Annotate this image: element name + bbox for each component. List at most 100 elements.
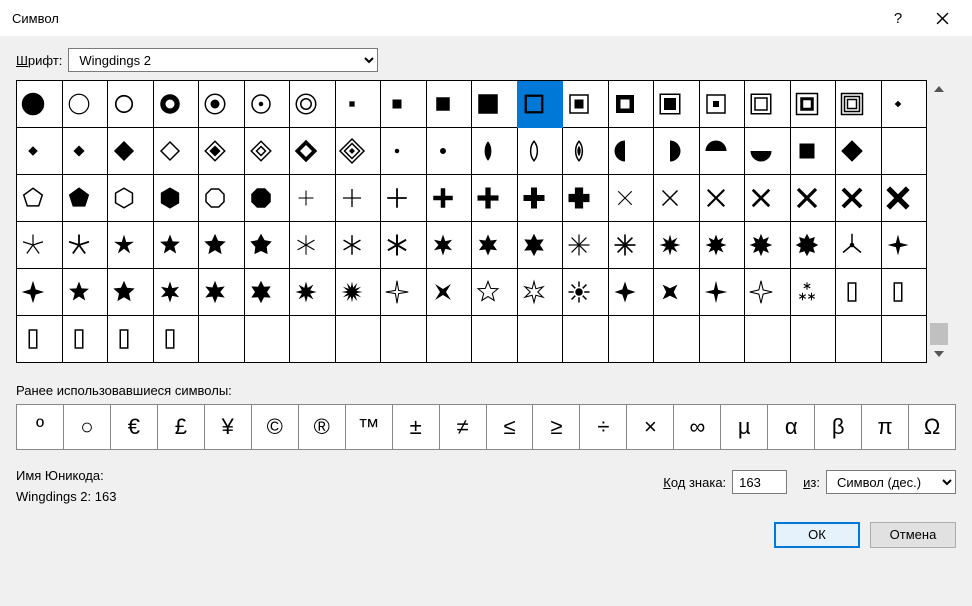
symbol-cell[interactable]	[108, 269, 154, 316]
recent-symbol[interactable]: ™	[346, 405, 393, 449]
symbol-cell[interactable]	[62, 81, 108, 128]
symbol-cell[interactable]	[836, 81, 882, 128]
symbol-cell[interactable]	[563, 316, 609, 363]
close-icon[interactable]	[920, 3, 964, 33]
symbol-cell[interactable]	[472, 128, 518, 175]
symbol-cell[interactable]	[654, 128, 700, 175]
cancel-button[interactable]: Отмена	[870, 522, 956, 548]
symbol-cell[interactable]	[426, 269, 472, 316]
symbol-cell[interactable]	[563, 128, 609, 175]
recent-symbol[interactable]: £	[158, 405, 205, 449]
symbol-cell[interactable]	[836, 128, 882, 175]
symbol-cell[interactable]	[62, 128, 108, 175]
symbol-cell[interactable]	[244, 269, 290, 316]
symbol-cell[interactable]	[153, 316, 199, 363]
symbol-cell[interactable]	[563, 222, 609, 269]
symbol-cell[interactable]	[290, 316, 336, 363]
symbol-cell[interactable]	[335, 222, 381, 269]
recent-symbol[interactable]: ×	[627, 405, 674, 449]
symbol-cell[interactable]	[881, 128, 927, 175]
symbol-cell[interactable]	[517, 316, 563, 363]
symbol-cell[interactable]	[426, 128, 472, 175]
symbol-cell[interactable]	[335, 81, 381, 128]
symbol-cell[interactable]	[472, 222, 518, 269]
symbol-cell[interactable]	[199, 269, 245, 316]
symbol-cell[interactable]	[654, 175, 700, 222]
symbol-cell[interactable]	[790, 81, 836, 128]
scroll-up-icon[interactable]	[930, 80, 948, 98]
symbol-cell[interactable]	[790, 175, 836, 222]
symbol-cell[interactable]	[472, 269, 518, 316]
recent-symbol[interactable]: ≥	[533, 405, 580, 449]
recent-symbol[interactable]: β	[815, 405, 862, 449]
symbol-cell[interactable]	[881, 175, 927, 222]
symbol-cell[interactable]	[244, 81, 290, 128]
symbol-cell[interactable]	[517, 128, 563, 175]
symbol-cell[interactable]	[608, 81, 654, 128]
symbol-cell[interactable]	[335, 269, 381, 316]
symbol-cell[interactable]	[472, 175, 518, 222]
symbol-cell[interactable]	[745, 128, 791, 175]
symbol-cell[interactable]	[108, 316, 154, 363]
symbol-cell[interactable]	[17, 128, 63, 175]
symbol-cell[interactable]	[108, 175, 154, 222]
symbol-cell[interactable]	[836, 175, 882, 222]
recent-symbol[interactable]: ○	[64, 405, 111, 449]
symbol-cell[interactable]	[335, 128, 381, 175]
symbol-cell[interactable]	[745, 175, 791, 222]
code-input[interactable]	[732, 470, 787, 494]
symbol-cell[interactable]	[381, 269, 427, 316]
symbol-cell[interactable]	[563, 269, 609, 316]
symbol-cell[interactable]	[335, 316, 381, 363]
symbol-cell[interactable]	[381, 222, 427, 269]
symbol-cell[interactable]	[699, 128, 745, 175]
symbol-cell[interactable]	[654, 269, 700, 316]
recent-symbol[interactable]: ≤	[487, 405, 534, 449]
recent-symbol[interactable]: µ	[721, 405, 768, 449]
recent-symbol[interactable]: ±	[393, 405, 440, 449]
symbol-cell[interactable]	[62, 175, 108, 222]
symbol-cell[interactable]	[381, 175, 427, 222]
symbol-cell[interactable]	[745, 269, 791, 316]
symbol-cell[interactable]	[790, 222, 836, 269]
symbol-cell[interactable]	[108, 81, 154, 128]
symbol-cell[interactable]	[836, 269, 882, 316]
help-icon[interactable]: ?	[876, 3, 920, 33]
symbol-cell[interactable]	[290, 81, 336, 128]
symbol-cell[interactable]	[790, 316, 836, 363]
symbol-cell[interactable]	[62, 269, 108, 316]
symbol-cell[interactable]	[745, 222, 791, 269]
symbol-cell[interactable]	[108, 222, 154, 269]
symbol-cell[interactable]	[517, 81, 563, 128]
recent-symbol[interactable]: €	[111, 405, 158, 449]
symbol-cell[interactable]	[608, 175, 654, 222]
symbol-cell[interactable]	[608, 316, 654, 363]
recent-symbol[interactable]: π	[862, 405, 909, 449]
symbol-cell[interactable]	[153, 269, 199, 316]
symbol-cell[interactable]	[153, 175, 199, 222]
symbol-cell[interactable]	[608, 128, 654, 175]
symbol-cell[interactable]	[153, 128, 199, 175]
symbol-cell[interactable]	[745, 316, 791, 363]
symbol-cell[interactable]	[517, 175, 563, 222]
symbol-cell[interactable]	[608, 269, 654, 316]
symbol-cell[interactable]	[426, 81, 472, 128]
symbol-cell[interactable]	[745, 81, 791, 128]
from-select[interactable]: Символ (дес.)	[826, 470, 956, 494]
symbol-cell[interactable]	[654, 316, 700, 363]
ok-button[interactable]: ОК	[774, 522, 860, 548]
symbol-cell[interactable]	[699, 269, 745, 316]
symbol-cell[interactable]	[381, 128, 427, 175]
symbol-cell[interactable]	[426, 175, 472, 222]
symbol-cell[interactable]	[836, 316, 882, 363]
scroll-down-icon[interactable]	[930, 345, 948, 363]
symbol-cell[interactable]	[108, 128, 154, 175]
symbol-cell[interactable]	[790, 128, 836, 175]
symbol-cell[interactable]	[153, 222, 199, 269]
symbol-cell[interactable]	[290, 269, 336, 316]
symbol-cell[interactable]	[517, 269, 563, 316]
scroll-thumb[interactable]	[930, 323, 948, 345]
symbol-cell[interactable]	[517, 222, 563, 269]
symbol-cell[interactable]	[62, 222, 108, 269]
recent-symbol[interactable]: ≠	[440, 405, 487, 449]
